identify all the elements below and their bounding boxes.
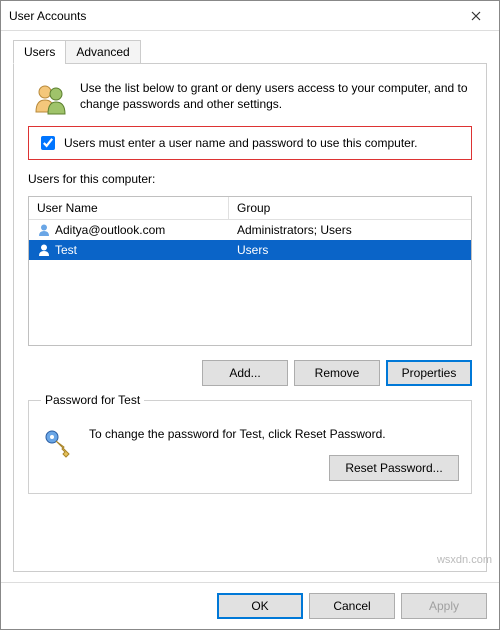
cancel-button[interactable]: Cancel (309, 593, 395, 619)
ok-button[interactable]: OK (217, 593, 303, 619)
close-icon (471, 11, 481, 21)
user-group-cell: Users (229, 241, 471, 259)
list-item[interactable]: Aditya@outlook.com Administrators; Users (29, 220, 471, 240)
must-enter-label: Users must enter a user name and passwor… (64, 136, 418, 150)
col-username[interactable]: User Name (29, 197, 229, 219)
intro-row: Use the list below to grant or deny user… (28, 76, 472, 116)
reset-password-button[interactable]: Reset Password... (329, 455, 459, 481)
users-icon (32, 80, 68, 116)
user-name-cell: Aditya@outlook.com (55, 223, 165, 237)
user-icon (37, 243, 51, 257)
user-list-body: Aditya@outlook.com Administrators; Users… (29, 220, 471, 345)
key-icon (41, 427, 75, 461)
titlebar: User Accounts (1, 1, 499, 31)
tab-users[interactable]: Users (13, 40, 66, 64)
col-group[interactable]: Group (229, 197, 471, 219)
user-group-cell: Administrators; Users (229, 221, 471, 239)
tab-strip: Users Advanced (13, 40, 487, 64)
user-accounts-window: User Accounts Users Advanced Use the lis… (0, 0, 500, 630)
list-item[interactable]: Test Users (29, 240, 471, 260)
tab-panel-users: Use the list below to grant or deny user… (13, 63, 487, 572)
user-name-cell: Test (55, 243, 77, 257)
tab-advanced[interactable]: Advanced (65, 40, 140, 64)
password-fieldset: Password for Test To change the password… (28, 400, 472, 494)
must-enter-checkbox[interactable] (41, 136, 55, 150)
dialog-button-bar: OK Cancel Apply (1, 582, 499, 629)
user-list-header: User Name Group (29, 197, 471, 220)
intro-text: Use the list below to grant or deny user… (80, 80, 468, 112)
user-list[interactable]: User Name Group Aditya@outlook.com Admin… (28, 196, 472, 346)
user-buttons-row: Add... Remove Properties (28, 360, 472, 386)
users-for-label: Users for this computer: (28, 172, 472, 186)
close-button[interactable] (453, 1, 499, 31)
add-button[interactable]: Add... (202, 360, 288, 386)
apply-button: Apply (401, 593, 487, 619)
properties-button[interactable]: Properties (386, 360, 472, 386)
user-icon (37, 223, 51, 237)
client-area: Users Advanced Use the list below to gra… (1, 31, 499, 582)
window-title: User Accounts (9, 9, 453, 23)
remove-button[interactable]: Remove (294, 360, 380, 386)
must-enter-row[interactable]: Users must enter a user name and passwor… (28, 126, 472, 160)
password-legend: Password for Test (41, 393, 144, 407)
password-text: To change the password for Test, click R… (89, 427, 459, 441)
